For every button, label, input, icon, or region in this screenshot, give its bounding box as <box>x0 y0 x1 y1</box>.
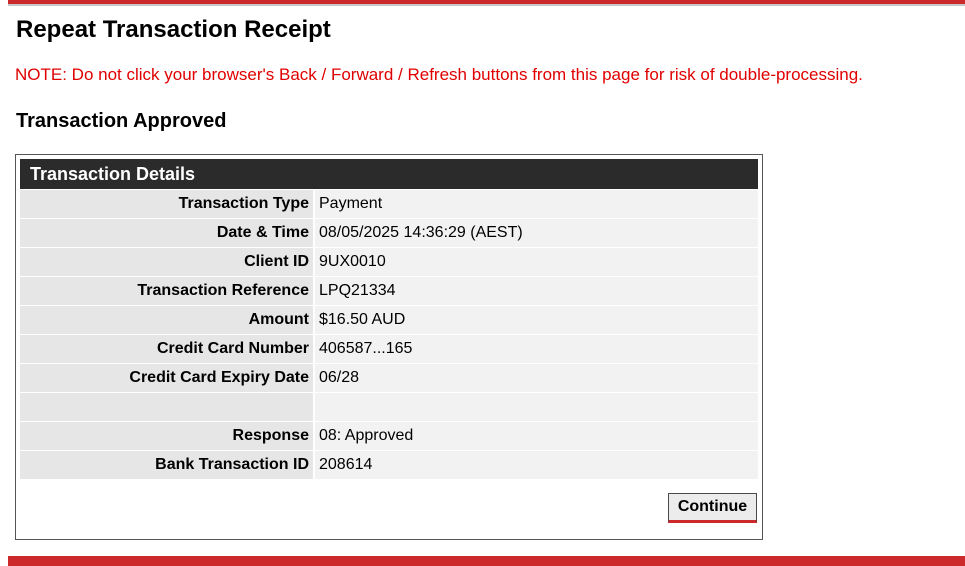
detail-value: 08/05/2025 14:36:29 (AEST) <box>315 219 758 247</box>
top-accent-bar <box>8 0 965 4</box>
detail-value: 9UX0010 <box>315 248 758 276</box>
detail-row-credit-card-expiry: Credit Card Expiry Date 06/28 <box>20 364 758 392</box>
double-processing-warning: NOTE: Do not click your browser's Back /… <box>15 65 863 84</box>
detail-row-transaction-reference: Transaction Reference LPQ21334 <box>20 277 758 305</box>
detail-row-client-id: Client ID 9UX0010 <box>20 248 758 276</box>
bottom-accent-bar <box>8 556 965 566</box>
detail-label: Transaction Type <box>20 190 313 218</box>
detail-row-bank-transaction-id: Bank Transaction ID 208614 <box>20 451 758 479</box>
transaction-details-table: Transaction Type Payment Date & Time 08/… <box>20 190 758 480</box>
detail-label <box>20 393 313 421</box>
transaction-status-heading: Transaction Approved <box>16 110 227 132</box>
detail-value <box>315 393 758 421</box>
detail-label: Transaction Reference <box>20 277 313 305</box>
detail-row-credit-card-number: Credit Card Number 406587...165 <box>20 335 758 363</box>
detail-value: 208614 <box>315 451 758 479</box>
detail-label: Bank Transaction ID <box>20 451 313 479</box>
detail-row-response: Response 08: Approved <box>20 422 758 450</box>
continue-button[interactable]: Continue <box>668 493 757 523</box>
detail-label: Client ID <box>20 248 313 276</box>
detail-value: 406587...165 <box>315 335 758 363</box>
detail-label: Credit Card Expiry Date <box>20 364 313 392</box>
detail-value: $16.50 AUD <box>315 306 758 334</box>
detail-label: Amount <box>20 306 313 334</box>
page-title: Repeat Transaction Receipt <box>16 16 331 43</box>
detail-value: Payment <box>315 190 758 218</box>
detail-label: Date & Time <box>20 219 313 247</box>
detail-value: 08: Approved <box>315 422 758 450</box>
detail-row-transaction-type: Transaction Type Payment <box>20 190 758 218</box>
detail-row-date-time: Date & Time 08/05/2025 14:36:29 (AEST) <box>20 219 758 247</box>
detail-row-blank <box>20 393 758 421</box>
detail-value: LPQ21334 <box>315 277 758 305</box>
transaction-details-panel: Transaction Details Transaction Type Pay… <box>15 154 763 540</box>
detail-label: Response <box>20 422 313 450</box>
detail-row-amount: Amount $16.50 AUD <box>20 306 758 334</box>
detail-label: Credit Card Number <box>20 335 313 363</box>
detail-value: 06/28 <box>315 364 758 392</box>
transaction-details-header: Transaction Details <box>20 159 758 189</box>
